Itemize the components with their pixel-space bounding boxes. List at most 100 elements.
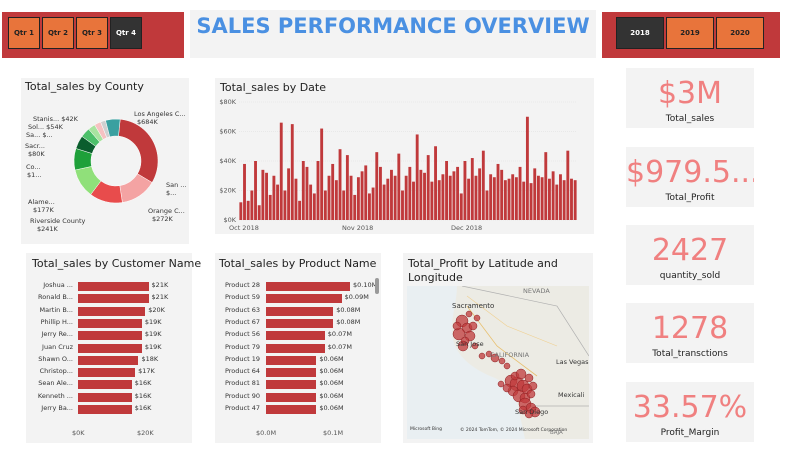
quarter-button-1[interactable]: Qtr 1	[8, 17, 40, 49]
date-bar[interactable]	[500, 169, 504, 220]
date-bar[interactable]	[294, 178, 298, 220]
date-bar[interactable]	[268, 194, 272, 220]
date-bar[interactable]	[250, 190, 254, 221]
date-bar[interactable]	[312, 193, 316, 220]
date-bar[interactable]	[566, 150, 570, 220]
customer-bar[interactable]	[78, 282, 149, 291]
date-bar[interactable]	[327, 175, 331, 220]
date-bar[interactable]	[467, 178, 471, 220]
date-bar[interactable]	[562, 180, 566, 220]
date-bar[interactable]	[254, 161, 257, 220]
quarter-button-4[interactable]: Qtr 4	[110, 17, 142, 49]
customer-bar[interactable]	[78, 318, 142, 328]
date-bar[interactable]	[401, 190, 404, 221]
customer-bar[interactable]	[78, 294, 149, 304]
date-bar[interactable]	[342, 190, 346, 221]
date-bar[interactable]	[320, 128, 324, 220]
date-bar[interactable]	[551, 171, 555, 220]
date-bar[interactable]	[379, 166, 382, 220]
map-profit-dot[interactable]	[473, 314, 481, 322]
map-profit-dot[interactable]	[528, 381, 538, 391]
date-bar[interactable]	[536, 175, 540, 220]
map-profit-dot[interactable]	[465, 310, 473, 318]
date-bar[interactable]	[426, 155, 430, 220]
customer-bar[interactable]	[78, 405, 132, 414]
product-bar[interactable]	[266, 318, 334, 328]
product-bar[interactable]	[266, 380, 317, 390]
year-button-2019[interactable]: 2019	[666, 17, 714, 49]
date-bar[interactable]	[261, 169, 265, 220]
date-bar[interactable]	[470, 158, 474, 220]
customer-bar[interactable]	[78, 306, 146, 316]
date-bar[interactable]	[298, 200, 302, 220]
date-bar[interactable]	[283, 190, 287, 221]
date-bar[interactable]	[518, 166, 522, 220]
date-bar[interactable]	[272, 175, 276, 220]
customer-bar[interactable]	[78, 368, 136, 378]
date-bar[interactable]	[548, 178, 551, 220]
date-bar[interactable]	[423, 172, 426, 220]
date-bar[interactable]	[239, 202, 243, 220]
map-profit-dot[interactable]	[497, 380, 505, 388]
product-bar[interactable]	[266, 331, 325, 341]
date-bar[interactable]	[375, 152, 379, 220]
product-bar[interactable]	[266, 368, 317, 378]
date-bar[interactable]	[507, 178, 511, 220]
date-bar[interactable]	[478, 168, 482, 220]
date-bar[interactable]	[397, 153, 401, 220]
product-bar[interactable]	[266, 294, 342, 304]
date-bar[interactable]	[445, 161, 449, 220]
customer-bar[interactable]	[78, 380, 132, 390]
date-bar[interactable]	[382, 184, 386, 220]
date-bar[interactable]	[492, 177, 496, 220]
map-profit-dot[interactable]	[524, 373, 534, 383]
date-bar[interactable]	[356, 177, 360, 220]
date-bar[interactable]	[544, 152, 548, 220]
date-bar[interactable]	[463, 161, 467, 220]
date-bar[interactable]	[345, 155, 349, 220]
date-bar[interactable]	[360, 171, 364, 220]
customer-bar[interactable]	[78, 331, 142, 341]
date-bar[interactable]	[331, 163, 335, 220]
date-bar[interactable]	[540, 177, 544, 220]
customer-bar[interactable]	[78, 355, 139, 365]
date-bar[interactable]	[570, 178, 573, 220]
date-bar[interactable]	[334, 180, 338, 220]
date-bar[interactable]	[323, 190, 327, 221]
date-bar[interactable]	[481, 150, 485, 220]
date-bar[interactable]	[265, 172, 268, 220]
date-bar[interactable]	[496, 163, 500, 220]
date-bar[interactable]	[386, 178, 390, 220]
date-bar[interactable]	[349, 175, 353, 220]
date-bar[interactable]	[301, 161, 305, 220]
date-bar[interactable]	[367, 193, 371, 220]
map-profit-dot[interactable]	[468, 321, 478, 331]
date-bar[interactable]	[243, 163, 246, 220]
date-bar[interactable]	[309, 184, 313, 220]
date-bar[interactable]	[353, 194, 357, 220]
date-bar[interactable]	[522, 181, 526, 220]
date-bar[interactable]	[287, 168, 291, 220]
date-bar[interactable]	[459, 193, 463, 220]
date-bar[interactable]	[257, 205, 261, 220]
year-button-2018[interactable]: 2018	[616, 17, 664, 49]
date-bar[interactable]	[408, 166, 412, 220]
date-bar[interactable]	[390, 169, 393, 220]
date-bar[interactable]	[525, 116, 529, 220]
customer-bar[interactable]	[78, 392, 132, 402]
date-bar[interactable]	[489, 174, 493, 220]
date-bar[interactable]	[316, 161, 320, 220]
customer-bar[interactable]	[78, 343, 142, 353]
date-bar[interactable]	[485, 190, 489, 221]
donut-slice[interactable]	[118, 118, 159, 183]
map-profit-dot[interactable]	[478, 352, 486, 360]
product-scrollbar[interactable]	[375, 278, 379, 294]
date-bar[interactable]	[434, 146, 437, 220]
date-bar[interactable]	[305, 166, 309, 220]
date-bar[interactable]	[371, 187, 375, 220]
date-bar[interactable]	[529, 183, 533, 220]
quarter-button-3[interactable]: Qtr 3	[76, 17, 108, 49]
date-bar[interactable]	[419, 169, 423, 220]
product-bar[interactable]	[266, 355, 317, 365]
date-bar[interactable]	[430, 181, 434, 220]
